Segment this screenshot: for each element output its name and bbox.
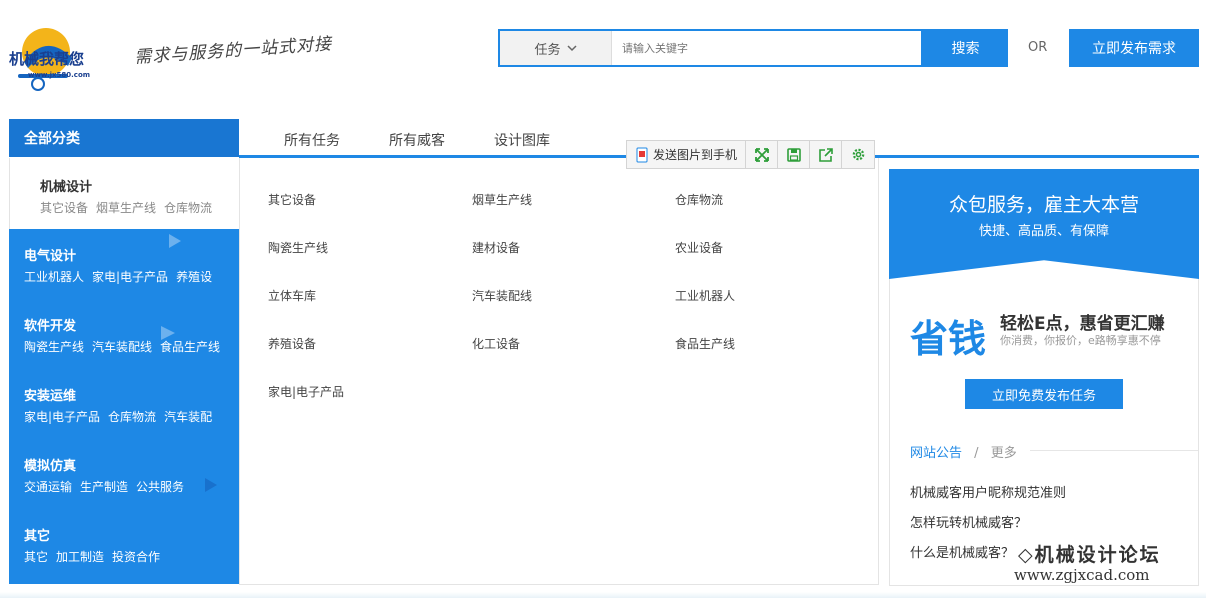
share-button[interactable] — [810, 141, 843, 168]
expand-button[interactable] — [746, 141, 779, 168]
menu-sub-link[interactable]: 投资合作 — [112, 550, 160, 564]
menu-sub-link[interactable]: 加工制造 — [56, 550, 104, 564]
search-category-label: 任务 — [534, 42, 561, 58]
menu-item-install[interactable]: 安装运维 家电|电子产品 仓库物流 汽车装配 — [9, 369, 239, 439]
category-link[interactable]: 农业设备 — [675, 239, 723, 256]
menu-sub-link[interactable]: 家电|电子产品 — [24, 410, 100, 424]
category-link[interactable]: 烟草生产线 — [472, 191, 532, 208]
notice-header: 网站公告 / 更多 — [910, 442, 1017, 461]
notice-separator: / — [974, 446, 979, 461]
svg-text:机械我帮您: 机械我帮您 — [9, 50, 84, 68]
category-link[interactable]: 汽车装配线 — [472, 287, 532, 304]
menu-sub-link[interactable]: 生产制造 — [80, 480, 128, 494]
slogan: 需求与服务的一站式对接 — [133, 34, 333, 68]
menu-item-subs: 家电|电子产品 仓库物流 汽车装配 — [24, 408, 239, 425]
menu-item-subs: 其它设备 烟草生产线 仓库物流 — [40, 199, 239, 216]
notice-item[interactable]: 怎样玩转机械威客？ — [910, 512, 1027, 531]
save-button[interactable] — [778, 141, 811, 168]
menu-sub-link[interactable]: 其它设备 — [40, 201, 88, 215]
menu-sub-link[interactable]: 其它 — [24, 550, 48, 564]
menu-item-subs: 其它 加工制造 投资合作 — [24, 548, 239, 565]
menu-item-other[interactable]: 其它 其它 加工制造 投资合作 — [9, 509, 239, 579]
tab-all-tasks[interactable]: 所有任务 — [284, 130, 340, 150]
tab-all-freelancers[interactable]: 所有威客 — [389, 130, 445, 150]
menu-sub-link[interactable]: 陶瓷生产线 — [24, 340, 84, 354]
or-separator: OR — [1028, 40, 1048, 55]
settings-icon — [852, 148, 864, 161]
send-to-phone-label: 发送图片到手机 — [653, 148, 738, 162]
category-link[interactable]: 其它设备 — [268, 191, 316, 208]
search-box: 任务 — [498, 29, 923, 67]
menu-sub-link[interactable]: 汽车装配 — [164, 410, 212, 424]
menu-item-title: 机械设计 — [40, 180, 93, 195]
free-publish-task-button[interactable]: 立即免费发布任务 — [965, 379, 1123, 409]
category-link[interactable]: 立体车库 — [268, 287, 316, 304]
settings-button[interactable] — [842, 141, 874, 168]
promo-banner-subtitle: 快捷、高品质、有保障 — [978, 224, 1109, 239]
send-to-phone-button[interactable]: 发送图片到手机 — [627, 141, 747, 168]
save-money-heading: 省钱 — [910, 317, 987, 361]
promo-banner-title: 众包服务，雇主大本营 — [948, 194, 1139, 216]
menu-sub-link[interactable]: 家电|电子产品 — [92, 270, 168, 284]
share-icon — [818, 147, 833, 162]
notice-item[interactable]: 机械威客用户昵称规范准则 — [910, 482, 1066, 501]
notice-item[interactable]: 什么是机械威客？ — [910, 542, 1014, 561]
menu-item-subs: 工业机器人 家电|电子产品 养殖设 — [24, 268, 239, 285]
menu-item-simulation[interactable]: 模拟仿真 交通运输 生产制造 公共服务 — [9, 439, 239, 509]
category-link[interactable]: 陶瓷生产线 — [268, 239, 328, 256]
save-icon — [786, 147, 801, 162]
category-link[interactable]: 家电|电子产品 — [268, 383, 344, 400]
category-panel — [239, 158, 879, 585]
menu-sub-link[interactable]: 烟草生产线 — [96, 201, 156, 215]
save-money-subtext: 你消费，你报价，e路畅享惠不停 — [1000, 334, 1161, 347]
notice-more-link[interactable]: 更多 — [991, 446, 1017, 461]
save-money-tagline: 轻松E点，惠省更汇赚 — [1000, 314, 1165, 334]
menu-item-mechanical[interactable]: 机械设计 其它设备 烟草生产线 仓库物流 — [9, 158, 239, 229]
menu-item-software[interactable]: 软件开发 陶瓷生产线 汽车装配线 食品生产线 — [9, 299, 239, 369]
watermark-url: www.zgjxcad.com — [1014, 566, 1150, 584]
category-link[interactable]: 仓库物流 — [675, 191, 723, 208]
category-link[interactable]: 养殖设备 — [268, 335, 316, 352]
menu-sub-link[interactable]: 工业机器人 — [24, 270, 84, 284]
menu-item-title: 电气设计 — [24, 249, 77, 264]
category-link[interactable]: 建材设备 — [472, 239, 520, 256]
category-link[interactable]: 工业机器人 — [675, 287, 735, 304]
site-logo[interactable]: 机械我帮您 www.jx580.com — [8, 22, 118, 92]
menu-item-title: 其它 — [24, 529, 51, 544]
menu-item-subs: 陶瓷生产线 汽车装配线 食品生产线 — [24, 338, 239, 355]
all-categories-header[interactable]: 全部分类 — [9, 119, 239, 157]
notice-divider — [1030, 450, 1198, 451]
category-link[interactable]: 化工设备 — [472, 335, 520, 352]
menu-item-title: 安装运维 — [24, 389, 77, 404]
watermark-title: ◇机械设计论坛 — [1018, 544, 1161, 566]
menu-sub-link[interactable]: 食品生产线 — [160, 340, 220, 354]
menu-item-electrical[interactable]: 电气设计 工业机器人 家电|电子产品 养殖设 — [9, 229, 239, 299]
publish-demand-button[interactable]: 立即发布需求 — [1069, 29, 1199, 67]
menu-sub-link[interactable]: 交通运输 — [24, 480, 72, 494]
menu-item-title: 软件开发 — [24, 319, 77, 334]
menu-sub-link[interactable]: 汽车装配线 — [92, 340, 152, 354]
menu-sub-link[interactable]: 仓库物流 — [108, 410, 156, 424]
search-category-select[interactable]: 任务 — [500, 31, 612, 65]
menu-sub-link[interactable]: 养殖设 — [176, 270, 212, 284]
category-link[interactable]: 食品生产线 — [675, 335, 735, 352]
search-input[interactable] — [612, 31, 921, 65]
bottom-strip — [0, 592, 1206, 598]
search-button[interactable]: 搜索 — [923, 29, 1008, 67]
tab-design-gallery[interactable]: 设计图库 — [494, 130, 550, 150]
chevron-down-icon — [566, 45, 577, 52]
menu-sub-link[interactable]: 仓库物流 — [164, 201, 212, 215]
expand-icon — [754, 147, 769, 162]
floating-toolbar: 发送图片到手机 — [626, 140, 876, 169]
phone-send-icon — [636, 147, 648, 162]
menu-item-subs: 交通运输 生产制造 公共服务 — [24, 478, 239, 495]
notice-title-link[interactable]: 网站公告 — [910, 446, 962, 461]
menu-item-title: 模拟仿真 — [24, 459, 77, 474]
menu-sub-link[interactable]: 公共服务 — [136, 480, 184, 494]
